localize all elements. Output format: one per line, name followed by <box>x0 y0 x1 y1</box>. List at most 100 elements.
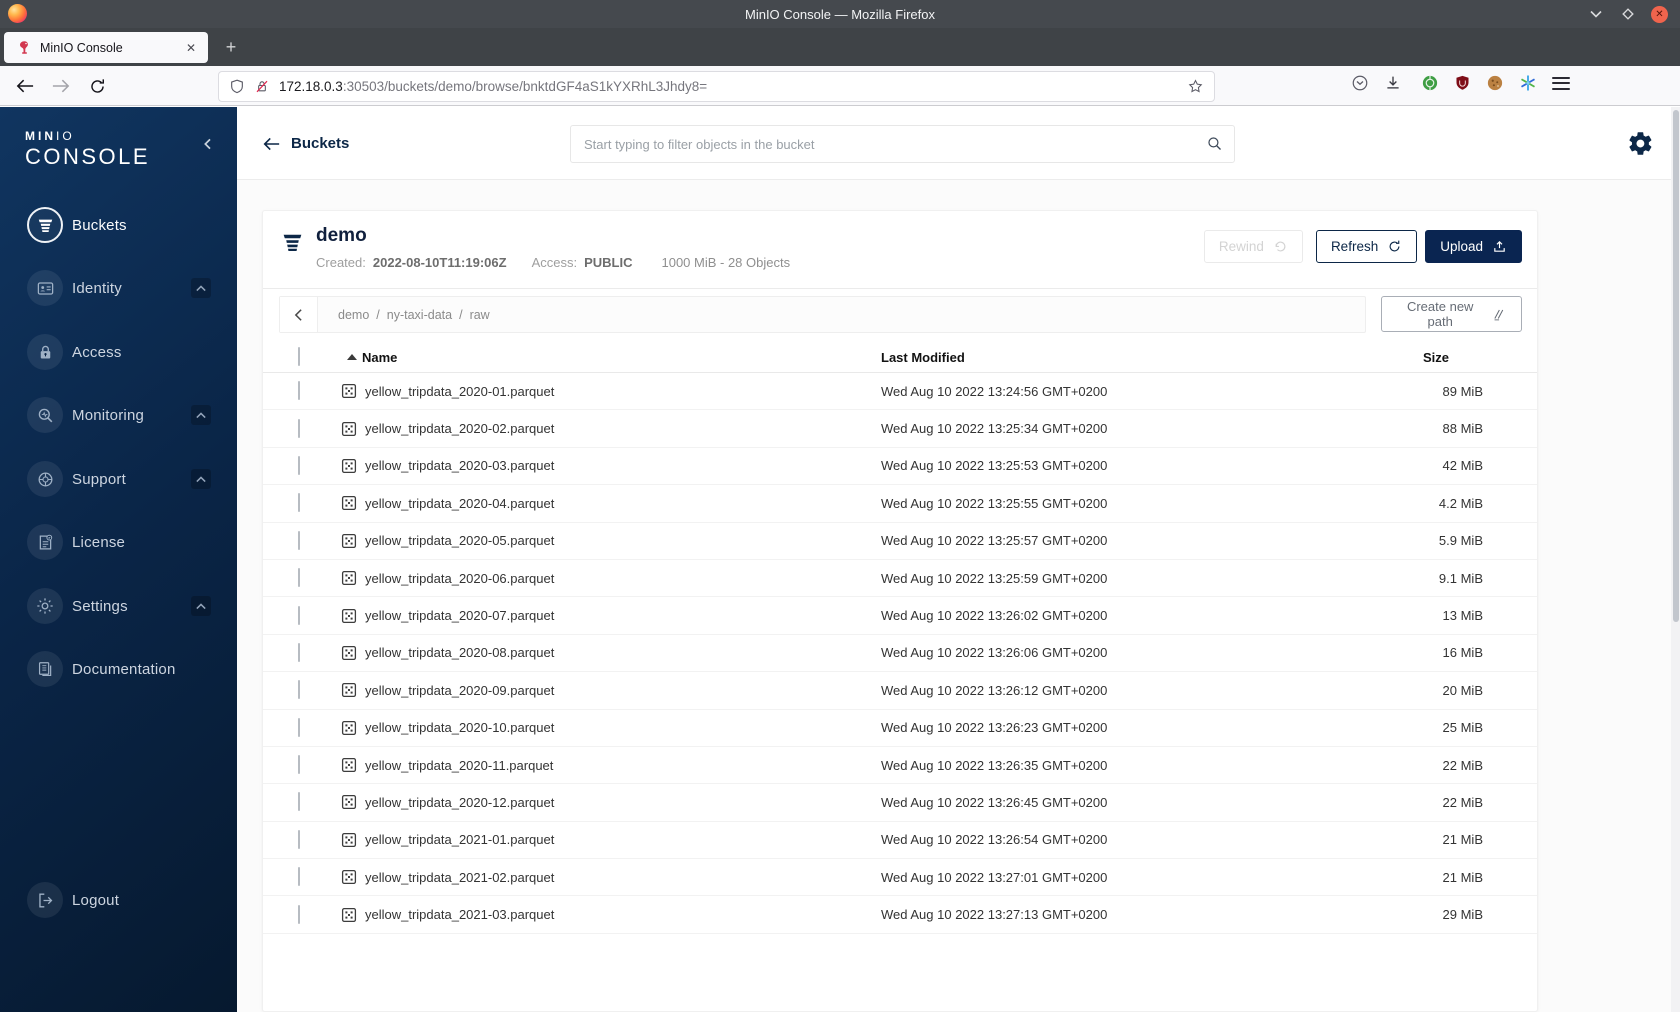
object-row[interactable]: yellow_tripdata_2020-06.parquet Wed Aug … <box>263 560 1537 598</box>
reload-icon[interactable] <box>86 75 108 97</box>
menu-icon[interactable] <box>1552 76 1570 90</box>
breadcrumb-segment[interactable]: ny-taxi-data <box>387 308 452 322</box>
bookmark-star-icon[interactable] <box>1187 78 1204 95</box>
row-checkbox[interactable] <box>298 568 300 588</box>
rewind-button[interactable]: Rewind <box>1203 230 1303 263</box>
object-row[interactable]: yellow_tripdata_2021-01.parquet Wed Aug … <box>263 822 1537 860</box>
object-row[interactable]: yellow_tripdata_2020-01.parquet Wed Aug … <box>263 373 1537 411</box>
chevron-up-icon[interactable] <box>191 405 211 425</box>
forward-icon[interactable] <box>50 75 72 97</box>
sidebar-item-documentation[interactable]: Documentation <box>0 649 237 689</box>
object-row[interactable]: yellow_tripdata_2021-02.parquet Wed Aug … <box>263 859 1537 897</box>
chevron-up-icon[interactable] <box>191 469 211 489</box>
row-checkbox[interactable] <box>298 755 300 775</box>
row-checkbox[interactable] <box>298 605 300 625</box>
column-header-size[interactable]: Size <box>1423 350 1537 365</box>
sidebar-item-settings[interactable]: Settings <box>0 586 237 626</box>
refresh-button[interactable]: Refresh <box>1315 230 1418 263</box>
column-header-name[interactable]: Name <box>341 350 881 365</box>
select-all-checkbox[interactable] <box>298 347 300 366</box>
object-row[interactable]: yellow_tripdata_2020-04.parquet Wed Aug … <box>263 485 1537 523</box>
create-new-path-button[interactable]: Create new path <box>1381 296 1522 332</box>
breadcrumb-segment[interactable]: raw <box>470 308 490 322</box>
object-row[interactable]: yellow_tripdata_2021-03.parquet Wed Aug … <box>263 896 1537 934</box>
row-checkbox[interactable] <box>298 904 300 924</box>
object-name[interactable]: yellow_tripdata_2021-01.parquet <box>359 832 881 847</box>
object-row[interactable]: yellow_tripdata_2020-08.parquet Wed Aug … <box>263 635 1537 673</box>
window-maximize-icon[interactable] <box>1619 5 1637 23</box>
column-header-last-modified[interactable]: Last Modified <box>881 350 1423 365</box>
chevron-up-icon[interactable] <box>191 596 211 616</box>
object-name[interactable]: yellow_tripdata_2021-03.parquet <box>359 907 881 922</box>
row-checkbox[interactable] <box>298 418 300 438</box>
sidebar-item-buckets[interactable]: Buckets <box>0 205 237 245</box>
back-icon[interactable] <box>14 75 36 97</box>
documentation-icon <box>27 651 63 687</box>
new-tab-button[interactable]: + <box>218 34 244 60</box>
bucket-icon <box>27 207 63 243</box>
object-name[interactable]: yellow_tripdata_2020-10.parquet <box>359 720 881 735</box>
browser-tab-minio-console[interactable]: MinIO Console ✕ <box>4 32 208 63</box>
url-bar[interactable]: 172.18.0.3:30503/buckets/demo/browse/bnk… <box>218 71 1215 102</box>
chevron-up-icon[interactable] <box>191 278 211 298</box>
upload-button[interactable]: Upload <box>1425 230 1522 263</box>
green-extension-icon[interactable] <box>1421 74 1439 92</box>
object-name[interactable]: yellow_tripdata_2020-05.parquet <box>359 533 881 548</box>
tab-close-icon[interactable]: ✕ <box>182 39 200 57</box>
object-row[interactable]: yellow_tripdata_2020-10.parquet Wed Aug … <box>263 710 1537 747</box>
row-checkbox[interactable] <box>298 493 300 513</box>
object-name[interactable]: yellow_tripdata_2021-02.parquet <box>359 870 881 885</box>
object-row[interactable]: yellow_tripdata_2020-02.parquet Wed Aug … <box>263 410 1537 448</box>
settings-gear-icon[interactable] <box>1627 130 1654 157</box>
download-icon[interactable] <box>1384 74 1402 92</box>
colorful-extension-icon[interactable] <box>1519 74 1537 92</box>
sidebar-item-license[interactable]: License <box>0 522 237 562</box>
row-checkbox[interactable] <box>298 530 300 550</box>
breadcrumb-back-icon[interactable] <box>280 297 318 332</box>
shield-icon[interactable] <box>229 78 245 95</box>
sidebar-item-access[interactable]: Access <box>0 332 237 372</box>
page-scrollbar[interactable] <box>1671 107 1680 1012</box>
back-to-buckets[interactable]: Buckets <box>263 107 349 180</box>
row-checkbox[interactable] <box>298 717 300 737</box>
object-row[interactable]: yellow_tripdata_2020-03.parquet Wed Aug … <box>263 448 1537 486</box>
sidebar-collapse-icon[interactable] <box>200 135 216 153</box>
row-checkbox[interactable] <box>298 829 300 849</box>
window-minimize-icon[interactable] <box>1587 5 1605 23</box>
cookie-extension-icon[interactable] <box>1486 74 1504 92</box>
pocket-icon[interactable] <box>1351 74 1369 92</box>
object-name[interactable]: yellow_tripdata_2020-08.parquet <box>359 645 881 660</box>
object-name[interactable]: yellow_tripdata_2020-11.parquet <box>359 758 881 773</box>
url-text[interactable]: 172.18.0.3:30503/buckets/demo/browse/bnk… <box>279 79 1187 94</box>
sidebar-item-monitoring[interactable]: Monitoring <box>0 395 237 435</box>
lock-insecure-icon[interactable] <box>254 78 270 95</box>
ublock-icon[interactable] <box>1454 74 1471 92</box>
row-checkbox[interactable] <box>298 381 300 401</box>
object-row[interactable]: yellow_tripdata_2020-07.parquet Wed Aug … <box>263 597 1537 635</box>
object-name[interactable]: yellow_tripdata_2020-07.parquet <box>359 608 881 623</box>
sidebar-item-logout[interactable]: Logout <box>0 880 237 920</box>
object-name[interactable]: yellow_tripdata_2020-12.parquet <box>359 795 881 810</box>
object-name[interactable]: yellow_tripdata_2020-04.parquet <box>359 496 881 511</box>
breadcrumb-segment[interactable]: demo <box>338 308 369 322</box>
row-checkbox[interactable] <box>298 792 300 812</box>
object-name[interactable]: yellow_tripdata_2020-03.parquet <box>359 458 881 473</box>
object-name[interactable]: yellow_tripdata_2020-02.parquet <box>359 421 881 436</box>
scrollbar-thumb[interactable] <box>1672 110 1679 622</box>
sidebar-item-identity[interactable]: Identity <box>0 268 237 308</box>
object-row[interactable]: yellow_tripdata_2020-11.parquet Wed Aug … <box>263 747 1537 785</box>
window-close-icon[interactable]: ✕ <box>1651 5 1668 23</box>
object-name[interactable]: yellow_tripdata_2020-06.parquet <box>359 571 881 586</box>
search-input[interactable] <box>570 125 1235 163</box>
object-name[interactable]: yellow_tripdata_2020-01.parquet <box>359 384 881 399</box>
object-row[interactable]: yellow_tripdata_2020-05.parquet Wed Aug … <box>263 523 1537 560</box>
row-checkbox[interactable] <box>298 680 300 700</box>
row-checkbox[interactable] <box>298 642 300 662</box>
sidebar-item-support[interactable]: Support <box>0 459 237 499</box>
object-row[interactable]: yellow_tripdata_2020-12.parquet Wed Aug … <box>263 784 1537 822</box>
object-row[interactable]: yellow_tripdata_2020-09.parquet Wed Aug … <box>263 672 1537 710</box>
row-checkbox[interactable] <box>298 867 300 887</box>
parquet-file-icon <box>341 720 359 736</box>
row-checkbox[interactable] <box>298 455 300 475</box>
object-name[interactable]: yellow_tripdata_2020-09.parquet <box>359 683 881 698</box>
